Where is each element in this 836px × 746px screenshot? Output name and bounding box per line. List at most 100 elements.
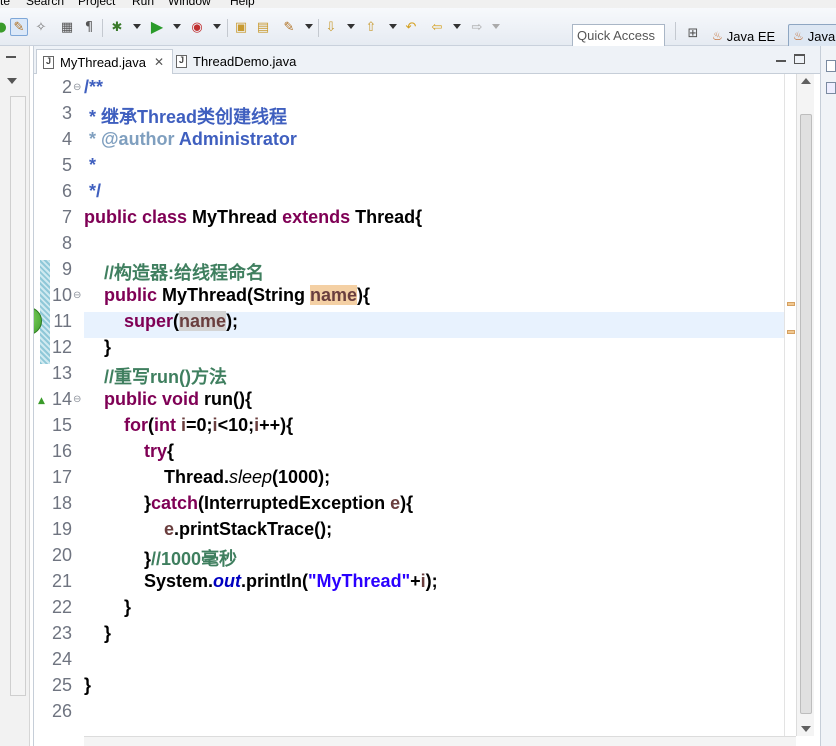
- run-icon[interactable]: ▶: [148, 18, 166, 36]
- open-folder-icon[interactable]: ▤: [254, 18, 272, 36]
- perspective-java[interactable]: ♨ Java: [788, 24, 836, 48]
- perspective-java-ee[interactable]: ♨ Java EE: [708, 24, 779, 48]
- line-number: 7: [61, 207, 72, 227]
- task-list-icon[interactable]: [826, 60, 836, 72]
- tab-threaddemo-java[interactable]: ThreadDemo.java: [170, 49, 304, 74]
- horizontal-scrollbar[interactable]: [84, 736, 796, 746]
- minimize-icon[interactable]: [776, 60, 786, 62]
- line-number: 2: [61, 77, 72, 97]
- tab-mythread-java[interactable]: MyThread.java ✕: [36, 49, 174, 74]
- next-annotation-dropdown-icon[interactable]: [347, 24, 355, 29]
- previous-annotation-icon[interactable]: ⇧: [362, 18, 380, 36]
- fold-toggle-icon[interactable]: ⊖: [73, 394, 81, 405]
- fold-toggle-icon[interactable]: ⊖: [73, 82, 81, 93]
- vertical-scrollbar[interactable]: [796, 74, 814, 736]
- line-number: 23: [51, 623, 72, 643]
- java-ee-icon: ♨: [712, 29, 723, 43]
- code-line-10: public MyThread(String name){: [104, 285, 371, 305]
- line-number: 15: [51, 415, 72, 435]
- occurrence-marker[interactable]: [787, 302, 795, 306]
- line-number: 12: [51, 337, 72, 357]
- menu-item-file[interactable]: te: [0, 0, 10, 8]
- main-toolbar: ● ✎ ✧ ▦ ¶ ✱ ▶ ◉ ▣ ▤ ✎ ⇩ ⇧ ↶ ⇦ ⇨ Quick Ac…: [0, 8, 836, 48]
- run-dropdown-icon[interactable]: [173, 24, 181, 29]
- code-line-19: e.printStackTrace();: [164, 519, 333, 539]
- line-number: 8: [61, 233, 72, 253]
- code-line-13: //重写run()方法: [104, 367, 227, 387]
- quick-access-input[interactable]: Quick Access: [572, 24, 665, 48]
- forward-dropdown-icon[interactable]: [492, 24, 500, 29]
- line-number: 24: [51, 649, 72, 669]
- chevron-down-icon[interactable]: [7, 78, 17, 84]
- menu-item-help[interactable]: Help: [230, 0, 255, 8]
- editor-tab-bar: MyThread.java ✕ ThreadDemo.java: [34, 46, 821, 74]
- external-tools-dropdown-icon[interactable]: [213, 24, 221, 29]
- back-icon[interactable]: ⇦: [428, 18, 446, 36]
- menu-item-search[interactable]: Search: [26, 0, 64, 8]
- code-line-7: public class MyThread extends Thread{: [84, 207, 423, 227]
- open-perspective-icon[interactable]: ⊞: [684, 24, 702, 42]
- perspective-label: Java EE: [726, 28, 776, 44]
- external-tools-icon[interactable]: ◉: [188, 18, 206, 36]
- block-selection-icon[interactable]: ▦: [58, 18, 76, 36]
- scroll-down-icon[interactable]: [801, 726, 811, 732]
- menu-item-project[interactable]: Project: [78, 0, 115, 8]
- debug-icon[interactable]: ✱: [108, 18, 126, 36]
- toolbar-separator: [102, 19, 103, 37]
- line-number: 22: [51, 597, 72, 617]
- left-scrollbar[interactable]: [10, 96, 26, 696]
- toggle-mark-icon[interactable]: ✧: [32, 18, 50, 36]
- scroll-up-icon[interactable]: [801, 78, 811, 84]
- occurrence-marker[interactable]: [787, 330, 795, 334]
- menu-item-window[interactable]: Window: [168, 0, 211, 8]
- menu-bar: te Search Project Run Window Help: [0, 0, 836, 8]
- code-line-20: }//1000毫秒: [144, 549, 238, 569]
- back-dropdown-icon[interactable]: [453, 24, 461, 29]
- line-number: 3: [61, 103, 72, 123]
- open-type-dropdown-icon[interactable]: [305, 24, 313, 29]
- outline-icon[interactable]: [826, 82, 836, 94]
- code-line-16: try{: [144, 441, 175, 461]
- code-line-17: Thread.sleep(1000);: [164, 467, 331, 487]
- close-icon[interactable]: ✕: [154, 55, 164, 69]
- java-file-icon: [176, 55, 187, 68]
- line-number: 17: [51, 467, 72, 487]
- line-number: 18: [51, 493, 72, 513]
- scrollbar-thumb[interactable]: [800, 114, 812, 714]
- line-number: 26: [51, 701, 72, 721]
- minimize-icon[interactable]: [6, 56, 16, 58]
- code-line-2: /**: [84, 77, 104, 97]
- open-type-icon[interactable]: ✎: [280, 18, 298, 36]
- code-line-9: //构造器:给线程命名: [104, 263, 264, 283]
- run-last-icon[interactable]: ●: [0, 18, 10, 36]
- code-line-23: }: [104, 623, 112, 643]
- maximize-icon[interactable]: [794, 54, 805, 64]
- line-number: 16: [51, 441, 72, 461]
- menu-item-run[interactable]: Run: [132, 0, 154, 8]
- next-annotation-icon[interactable]: ⇩: [322, 18, 340, 36]
- code-line-14: public void run(){: [104, 389, 253, 409]
- edit-pencil-icon[interactable]: ✎: [10, 18, 28, 36]
- editor-area: MyThread.java ✕ ThreadDemo.java ⊖ ⊖ ⊖ ▲ …: [33, 46, 821, 746]
- debug-dropdown-icon[interactable]: [133, 24, 141, 29]
- last-edit-location-icon[interactable]: ↶: [402, 18, 420, 36]
- show-whitespace-icon[interactable]: ¶: [80, 18, 98, 36]
- toolbar-separator: [227, 19, 228, 37]
- java-icon: ♨: [793, 29, 804, 43]
- line-number: 10: [51, 285, 72, 305]
- left-minimized-panel: [0, 46, 30, 746]
- line-number: 14: [51, 389, 72, 409]
- new-folder-icon[interactable]: ▣: [232, 18, 250, 36]
- toolbar-separator: [675, 22, 676, 40]
- forward-icon[interactable]: ⇨: [468, 18, 486, 36]
- line-number: 4: [61, 129, 72, 149]
- fold-toggle-icon[interactable]: ⊖: [73, 290, 81, 301]
- code-line-5: *: [84, 155, 97, 175]
- line-number: 11: [53, 311, 72, 331]
- code-editor[interactable]: ⊖ ⊖ ⊖ ▲ /** * 继承Thread类创建线程 * @author Ad…: [34, 74, 784, 736]
- line-number: 25: [51, 675, 72, 695]
- previous-annotation-dropdown-icon[interactable]: [389, 24, 397, 29]
- overview-ruler[interactable]: [784, 74, 796, 736]
- code-line-15: for(int i=0;i<10;i++){: [124, 415, 294, 435]
- line-number: 21: [51, 571, 72, 591]
